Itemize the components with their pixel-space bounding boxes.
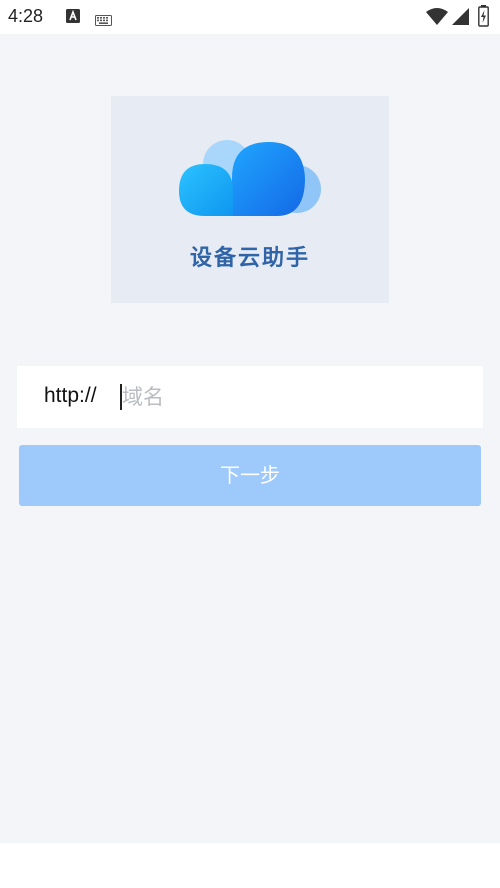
bottom-bar bbox=[0, 843, 500, 888]
status-bar: 4:28 bbox=[0, 0, 500, 34]
url-prefix: http:// bbox=[44, 384, 97, 407]
wifi-icon bbox=[426, 8, 448, 30]
next-button[interactable]: 下一步 bbox=[19, 445, 481, 506]
cloud-icon bbox=[179, 140, 321, 216]
domain-input[interactable] bbox=[122, 378, 462, 416]
server-url-field[interactable]: http:// bbox=[17, 366, 483, 428]
keyboard-icon bbox=[95, 11, 112, 30]
app-logo-card: 设备云助手 bbox=[111, 96, 389, 303]
notification-a-icon bbox=[66, 8, 80, 28]
signal-icon bbox=[452, 8, 470, 30]
status-time: 4:28 bbox=[8, 6, 44, 26]
battery-charging-icon bbox=[478, 5, 489, 31]
app-name: 设备云助手 bbox=[189, 246, 310, 271]
